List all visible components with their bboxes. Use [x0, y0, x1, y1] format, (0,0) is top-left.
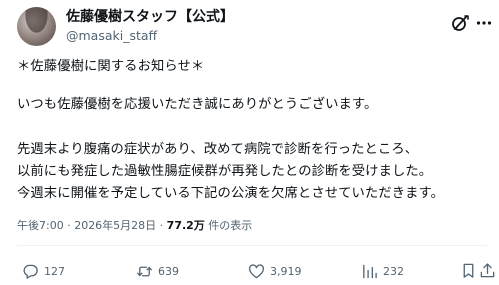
repost-count: 639 [158, 264, 179, 278]
bookmark-icon [463, 263, 474, 278]
avatar-image [17, 7, 56, 46]
avatar[interactable] [17, 7, 56, 46]
post-text-line: 今週末に開催を予定している下記の公演を欠席とさせていただきます。 [17, 186, 444, 201]
views-button[interactable]: 232 [361, 262, 404, 280]
divider [17, 245, 487, 246]
heart-icon [249, 263, 264, 278]
more-icon[interactable] [476, 20, 492, 26]
post-text-line: 以前にも発症した過敏性腸症候群が再発したとの診断を受けました。 [17, 164, 433, 179]
post-text-line: 先週末より腹痛の症状があり、改めて病院で診断を行ったところ、 [17, 142, 419, 157]
views-count: 232 [383, 264, 404, 278]
post-views-count: 77.2万 [166, 219, 205, 232]
post-meta: 午後7:00 · 2026年5月28日 · 77.2万 件の表示 [17, 218, 252, 234]
post-text-line: いつも佐藤優樹を応援いただき誠にありがとうございます。 [17, 97, 378, 112]
reply-icon [23, 264, 38, 279]
views-icon [363, 264, 377, 278]
author-display-name[interactable]: 佐藤優樹スタッフ【公式】 [66, 8, 234, 26]
post-header: 佐藤優樹スタッフ【公式】 @masaki_staff [0, 0, 499, 50]
like-button[interactable]: 3,919 [248, 262, 302, 280]
post-title-line: ＊佐藤優樹に関するお知らせ＊ [17, 59, 205, 74]
post-timestamp[interactable]: 午後7:00 · 2026年5月28日 · [17, 219, 167, 232]
share-button[interactable] [479, 261, 499, 279]
repost-icon [137, 266, 152, 276]
reply-button[interactable]: 127 [22, 262, 65, 280]
repost-button[interactable]: 639 [136, 262, 179, 280]
like-count: 3,919 [270, 264, 302, 278]
author-handle[interactable]: @masaki_staff [66, 28, 157, 44]
share-icon [480, 262, 495, 277]
reply-count: 127 [44, 264, 65, 278]
post-views-label: 件の表示 [204, 219, 253, 232]
grok-icon[interactable] [451, 14, 469, 32]
